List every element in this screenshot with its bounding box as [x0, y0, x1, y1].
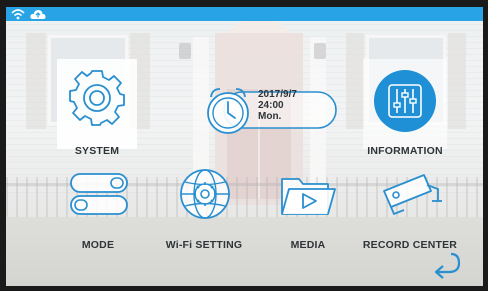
- information-label: INFORMATION: [367, 145, 443, 157]
- back-button[interactable]: [431, 251, 461, 279]
- clock-date: 2017/9/7: [258, 89, 297, 100]
- wifi-setting-button[interactable]: Wi-Fi SETTING: [156, 167, 252, 257]
- screen: SYSTEM 2017/9/7 24:00 Mon. INFORMATION M…: [6, 7, 483, 286]
- cloud-upload-icon: [30, 10, 46, 19]
- gear-icon: [69, 70, 125, 126]
- device-frame: SYSTEM 2017/9/7 24:00 Mon. INFORMATION M…: [0, 0, 488, 291]
- information-button[interactable]: INFORMATION: [363, 59, 447, 159]
- status-bar: [6, 7, 483, 21]
- back-arrow-icon: [434, 252, 461, 279]
- folder-play-icon: [281, 178, 336, 215]
- clock-readout: 2017/9/7 24:00 Mon.: [258, 89, 297, 122]
- system-label: SYSTEM: [74, 145, 120, 157]
- record-center-label: RECORD CENTER: [362, 239, 458, 251]
- wifi-setting-label: Wi-Fi SETTING: [165, 239, 243, 251]
- globe-gear-icon: [180, 169, 230, 219]
- mode-button[interactable]: MODE: [58, 167, 138, 257]
- alarm-clock-icon: [207, 88, 249, 134]
- clock-day: Mon.: [258, 111, 282, 122]
- media-label: MEDIA: [290, 239, 326, 251]
- wifi-icon: [11, 9, 25, 20]
- clock-time: 24:00: [258, 100, 284, 111]
- media-button[interactable]: MEDIA: [268, 167, 348, 257]
- toggle-switches-icon: [70, 173, 128, 215]
- system-button[interactable]: SYSTEM: [57, 59, 137, 159]
- security-camera-icon: [383, 174, 442, 216]
- mode-label: MODE: [81, 239, 115, 251]
- record-center-button[interactable]: RECORD CENTER: [358, 167, 462, 257]
- sliders-icon: [374, 70, 436, 132]
